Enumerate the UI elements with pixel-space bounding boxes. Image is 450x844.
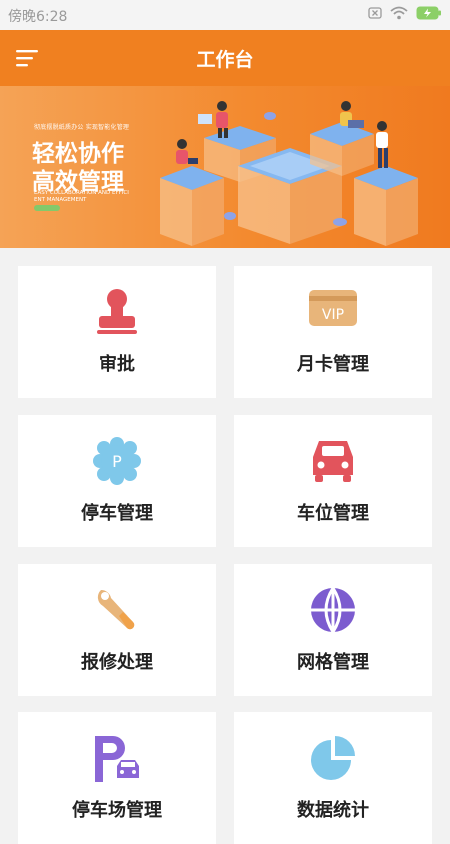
grid-card-repair-handling[interactable]: 报修处理 — [18, 564, 216, 696]
grid-card-data-statistics[interactable]: 数据统计 — [234, 712, 432, 844]
wifi-icon — [390, 6, 408, 20]
page-title: 工作台 — [196, 49, 254, 71]
status-icons — [368, 6, 442, 20]
app-header: 工作台 — [0, 30, 450, 86]
grid-card-label: 停车管理 — [81, 503, 153, 524]
pie-chart-icon — [311, 736, 355, 780]
grid-card-label: 车位管理 — [297, 503, 369, 524]
svg-text:VIP: VIP — [322, 307, 344, 323]
grid-card-approval[interactable]: 审批 — [18, 266, 216, 398]
sim-card-icon — [368, 7, 382, 19]
vip-card-icon: VIP — [309, 290, 357, 326]
status-time: 傍晚6:28 — [8, 9, 68, 25]
battery-icon — [416, 6, 441, 20]
banner-english-2: ENT MANAGEMENT — [34, 197, 87, 203]
wrench-icon — [97, 589, 135, 630]
grid-card-parking-lot-management[interactable]: 停车场管理 — [18, 712, 216, 844]
banner-tagline: 彻底摆脱纸质办公 实现智能化管理 — [34, 124, 130, 131]
globe-grid-icon — [311, 587, 355, 633]
banner[interactable]: 彻底摆脱纸质办公 实现智能化管理 轻松协作 高效管理 EASY COLLABOR… — [0, 86, 450, 248]
banner-accent-bar — [34, 205, 60, 211]
svg-text:P: P — [112, 452, 122, 471]
grid-card-grid-management[interactable]: 网格管理 — [234, 564, 432, 696]
banner-english-1: EASY COLLABORATION AND EFFICI — [34, 190, 129, 196]
grid-card-label: 网格管理 — [297, 652, 369, 673]
status-bar: 傍晚6:28 — [0, 0, 450, 30]
parking-lot-icon — [95, 736, 139, 782]
grid-card-label: 月卡管理 — [297, 354, 369, 375]
grid-card-space-management[interactable]: 车位管理 — [234, 415, 432, 547]
car-icon — [313, 441, 353, 482]
grid-card-parking-management[interactable]: P 停车管理 — [18, 415, 216, 547]
grid-card-label: 报修处理 — [81, 652, 153, 673]
parking-badge-icon: P — [93, 437, 141, 485]
grid-card-label: 审批 — [99, 354, 135, 375]
banner-illustration — [160, 101, 418, 246]
grid-card-monthly-pass[interactable]: VIP 月卡管理 — [234, 266, 432, 398]
stamp-icon — [97, 289, 137, 334]
